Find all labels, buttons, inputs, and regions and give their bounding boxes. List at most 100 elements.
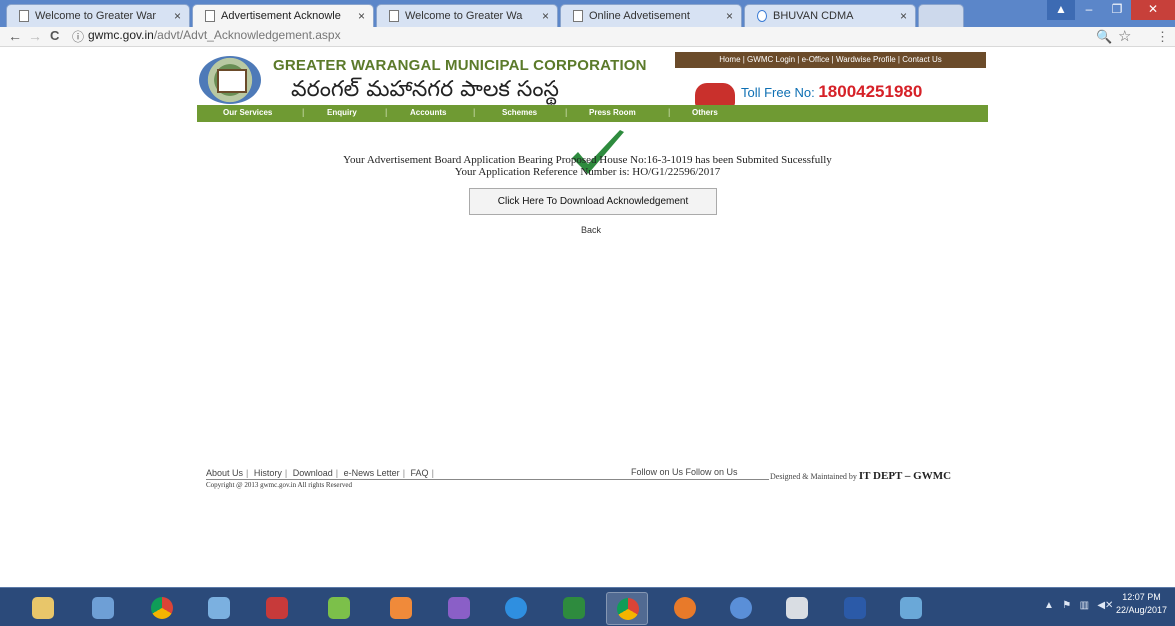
lock-app-icon[interactable] (776, 592, 818, 625)
back-link[interactable]: Back (581, 225, 601, 235)
browser-toolbar: ← → C ⓘ gwmc.gov.in/advt/Advt_Acknowledg… (0, 27, 1175, 47)
volume-muted-icon[interactable]: ◀✕ (1097, 600, 1113, 611)
download-acknowledgement-button[interactable]: Click Here To Download Acknowledgement (469, 188, 717, 215)
windows-taskbar: ▲ ⚑ ▥ ◀✕ 12:07 PM 22/Aug/2017 (0, 587, 1175, 626)
footer-separator: | (335, 468, 339, 478)
media-app-icon[interactable] (380, 592, 422, 625)
file-explorer-icon[interactable] (22, 592, 64, 625)
chrome-active-icon[interactable] (606, 592, 648, 625)
close-tab-icon[interactable]: × (542, 9, 549, 23)
new-tab-button[interactable] (918, 4, 964, 27)
minimize-button[interactable]: – (1075, 0, 1103, 20)
close-tab-icon[interactable]: × (174, 9, 181, 23)
clock-date: 22/Aug/2017 (1116, 605, 1168, 615)
menu-item-schemes[interactable]: Schemes (502, 108, 537, 117)
menu-separator: | (473, 107, 476, 117)
browser-app-icon[interactable] (256, 592, 298, 625)
tab-title: Welcome to Greater War (35, 10, 157, 22)
network-tool-icon[interactable] (198, 592, 240, 625)
close-tab-icon[interactable]: × (726, 9, 733, 23)
url-path: /advt/Advt_Acknowledgement.aspx (153, 28, 341, 42)
designed-by: Designed & Maintained by IT DEPT – GWMC (770, 470, 951, 482)
tab-title: Advertisement Acknowle (221, 10, 341, 22)
reference-number: Your Application Reference Number is: HO… (454, 166, 721, 178)
network-icon[interactable]: ▥ (1080, 600, 1089, 611)
tab-title: Welcome to Greater Wa (405, 10, 523, 22)
reload-icon[interactable]: C (50, 28, 59, 43)
telephone-icon (695, 83, 735, 107)
footer-links: About Us | History | Download | e-News Lett… (206, 468, 437, 478)
top-nav-links[interactable]: Home | GWMC Login | e-Office | Wardwise … (675, 52, 986, 68)
menu-item-others[interactable]: Others (692, 108, 718, 117)
menu-item-press-room[interactable]: Press Room (589, 108, 636, 117)
zoom-icon[interactable]: 🔍 (1096, 29, 1112, 45)
flag-icon[interactable]: ⚑ (1062, 600, 1071, 611)
footer-link-history[interactable]: History (254, 468, 282, 478)
site-info-icon[interactable]: ⓘ (72, 28, 84, 45)
profile-icon[interactable]: ▲ (1047, 0, 1075, 20)
toll-free-number: 18004251980 (818, 82, 923, 101)
excel-icon[interactable] (553, 592, 595, 625)
forward-arrow-icon[interactable]: → (28, 28, 42, 44)
footer-divider (206, 479, 769, 480)
close-window-button[interactable]: ✕ (1131, 0, 1175, 20)
browser-tab-active[interactable]: Advertisement Acknowle × (192, 4, 374, 27)
page-icon (205, 10, 215, 22)
browser-tab[interactable]: Welcome to Greater War × (6, 4, 190, 27)
footer-link-download[interactable]: Download (293, 468, 333, 478)
maximize-button[interactable]: ❐ (1103, 0, 1131, 20)
tray-expand-icon[interactable]: ▲ (1044, 600, 1054, 611)
close-tab-icon[interactable]: × (358, 9, 365, 23)
page-icon (389, 10, 399, 22)
designed-prefix: Designed & Maintained by (770, 472, 857, 481)
firefox-icon[interactable] (664, 592, 706, 625)
footer-separator: | (284, 468, 288, 478)
designed-by-dept: IT DEPT – GWMC (858, 470, 952, 482)
tab-title: Online Advetisement (589, 10, 690, 22)
menu-item-our-services[interactable]: Our Services (223, 108, 272, 117)
mascot-app-icon[interactable] (318, 592, 360, 625)
task-manager-icon[interactable] (82, 592, 124, 625)
browser-tab[interactable]: Online Advetisement × (560, 4, 742, 27)
footer-link-faq[interactable]: FAQ (411, 468, 429, 478)
menu-separator: | (565, 107, 568, 117)
menu-item-enquiry[interactable]: Enquiry (327, 108, 357, 117)
toll-free-label: Toll Free No: (741, 85, 815, 100)
browser-menu-icon[interactable]: ⋮ (1156, 29, 1169, 45)
success-message: Your Advertisement Board Application Bea… (343, 154, 832, 166)
system-clock[interactable]: 12:07 PM 22/Aug/2017 (1116, 591, 1167, 617)
corporation-name-telugu: వరంగల్ మహానగర పాలక సంస్థ (291, 77, 559, 102)
follow-on-us[interactable]: Follow on Us Follow on Us (631, 467, 738, 477)
chrome-icon[interactable] (141, 592, 183, 625)
page-icon (19, 10, 29, 22)
main-menu: Our Services | Enquiry | Accounts | Sche… (197, 105, 988, 122)
word-icon[interactable] (834, 592, 876, 625)
menu-separator: | (385, 107, 388, 117)
close-tab-icon[interactable]: × (900, 9, 907, 23)
browser-tab[interactable]: Welcome to Greater Wa × (376, 4, 558, 27)
url-host: gwmc.gov.in (88, 28, 154, 42)
gwmc-logo[interactable] (199, 56, 261, 104)
footer-link-about-us[interactable]: About Us (206, 468, 243, 478)
system-tray: ▲ ⚑ ▥ ◀✕ (1044, 600, 1113, 611)
address-bar[interactable]: gwmc.gov.in/advt/Advt_Acknowledgement.as… (88, 28, 341, 42)
itunes-icon[interactable] (720, 592, 762, 625)
page-content: GREATER WARANGAL MUNICIPAL CORPORATION వ… (0, 47, 1175, 587)
footer-separator: | (402, 468, 406, 478)
browser-tab[interactable]: BHUVAN CDMA × (744, 4, 916, 27)
tab-title: BHUVAN CDMA (773, 10, 854, 22)
visual-studio-icon[interactable] (438, 592, 480, 625)
footer-link-enews[interactable]: e-News Letter (344, 468, 400, 478)
footer-separator: | (246, 468, 249, 478)
footer-separator: | (431, 468, 434, 478)
toll-free: Toll Free No: 18004251980 (741, 82, 922, 102)
copyright: Copyright @ 2013 gwmc.gov.in All rights … (206, 481, 352, 489)
window-controls: ▲ – ❐ ✕ (1047, 0, 1175, 20)
menu-item-accounts[interactable]: Accounts (410, 108, 446, 117)
back-arrow-icon[interactable]: ← (8, 28, 22, 44)
page-icon (757, 10, 767, 22)
misc-app-icon[interactable] (890, 592, 932, 625)
internet-explorer-icon[interactable] (495, 592, 537, 625)
bookmark-star-icon[interactable]: ☆ (1118, 27, 1131, 45)
page-icon (573, 10, 583, 22)
